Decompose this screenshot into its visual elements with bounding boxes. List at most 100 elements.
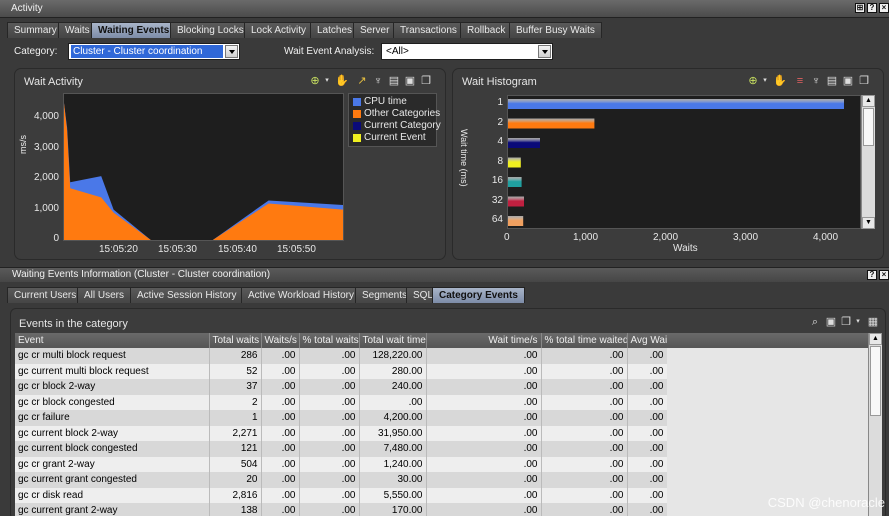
zoom-icon[interactable]: ⊕ [747,75,759,87]
category-select[interactable]: Cluster - Cluster coordination [68,43,240,60]
pan-hand-icon[interactable]: ✋ [773,75,787,87]
chevron-down-icon[interactable]: ▾ [321,75,333,87]
copy-icon[interactable]: ❐ [420,75,432,87]
value-cell: .00 [261,363,300,379]
help-icon[interactable]: ? [867,270,877,280]
legend-toggle-icon[interactable]: ♆ [810,75,822,87]
copy-icon[interactable]: ❐ [840,316,852,328]
chevron-down-icon[interactable]: ▾ [759,75,771,87]
tab-category-events[interactable]: Category Events [432,287,525,303]
value-cell: .00 [299,472,360,488]
wait-histogram-x-label: Waits [673,243,698,254]
value-cell: .00 [541,487,628,503]
tab-rollback[interactable]: Rollback [460,22,513,38]
value-cell: .00 [541,425,628,441]
scroll-up-icon[interactable]: ▲ [869,333,882,345]
window-icon[interactable]: ▤ [388,75,400,87]
table-row[interactable]: gc current grant congested 20.00.00 30.00.… [15,472,668,488]
tab-waiting-events[interactable]: Waiting Events [91,22,177,38]
value-cell: .00 [426,472,542,488]
scroll-thumb[interactable] [863,108,874,146]
bar-chart-icon[interactable]: ≡ [794,75,806,87]
table-row[interactable]: gc current block congested 121.00.00 7,480… [15,441,668,457]
help-icon[interactable]: ? [867,3,877,13]
analysis-label: Wait Event Analysis: [284,46,375,57]
chevron-down-icon[interactable] [225,45,238,58]
chart-type-icon[interactable]: ↗ [356,75,368,87]
window-icon[interactable]: ▤ [826,75,838,87]
value-cell: 37 [209,379,262,395]
histogram-scrollbar[interactable]: ▲ ▼ [861,95,875,229]
chevron-down-icon[interactable]: ▾ [852,316,864,328]
column-header[interactable]: Wait time/s [426,333,542,348]
zoom-icon[interactable]: ⊕ [309,75,321,87]
analysis-value: <All> [386,46,409,57]
tab-active-workload-history[interactable]: Active Workload History [241,287,361,303]
close-icon[interactable]: × [879,270,889,280]
category-value: Cluster - Cluster coordination [71,45,223,58]
event-name-cell: gc current multi block request [15,363,210,379]
table-row[interactable]: gc cr grant 2-way 504.00.00 1,240.00.00.00… [15,456,668,472]
save-icon[interactable]: ▣ [404,75,416,87]
value-cell: 52 [209,363,262,379]
table-row[interactable]: gc current block 2-way 2,271.00.00 31,950.… [15,425,668,441]
save-icon[interactable]: ▣ [825,316,837,328]
main-tab-bar: Summary Waits Waiting Events Blocking Lo… [0,21,889,39]
tab-lock-activity[interactable]: Lock Activity [244,22,314,38]
table-row[interactable]: gc cr block congested 2.00.00.00.00.00.00 [15,394,668,410]
analysis-select[interactable]: <All> [381,43,553,60]
value-cell: .00 [261,456,300,472]
tab-transactions[interactable]: Transactions [393,22,464,38]
value-cell: .00 [627,363,668,379]
table-row[interactable]: gc cr block 2-way 37.00.00 240.00.00.00.00 [15,379,668,395]
value-cell: 5,550.00 [359,487,427,503]
value-cell: .00 [261,503,300,516]
restore-icon[interactable]: ⊞ [855,3,865,13]
save-icon[interactable]: ▣ [842,75,854,87]
chevron-down-icon[interactable] [538,45,551,58]
tab-buffer-busy-waits[interactable]: Buffer Busy Waits [509,22,602,38]
x-tick-label: 1,000 [573,232,599,243]
close-icon[interactable]: × [879,3,889,13]
tab-all-users[interactable]: All Users [77,287,132,303]
events-table: Event Total waits Waits/s% total waits Tota… [15,333,668,516]
table-row[interactable]: gc cr disk read 2,816.00.00 5,550.00.00.00… [15,487,668,503]
column-header[interactable]: % total waits [299,333,360,348]
tab-current-users[interactable]: Current Users [7,287,84,303]
find-icon[interactable]: ⌕ [809,316,821,328]
category-label: Category: [14,46,58,57]
event-name-cell: gc cr grant 2-way [15,456,210,472]
value-cell: .00 [627,379,668,395]
y-tick-label: 4 [497,136,503,147]
column-header[interactable]: Total wait time [359,333,427,348]
column-header[interactable]: Avg Wait [627,333,668,348]
events-panel: Events in the category ⌕ ▣ ❐ ▾ ▦ Event To… [10,308,886,516]
column-header[interactable]: % total time waited [541,333,628,348]
scroll-up-icon[interactable]: ▲ [862,95,875,107]
value-cell: .00 [426,503,542,516]
column-header[interactable]: Waits/s [261,333,300,348]
table-row[interactable]: gc current multi block request 52.00.00 28… [15,363,668,379]
pan-hand-icon[interactable]: ✋ [335,75,349,87]
event-name-cell: gc current block congested [15,441,210,457]
table-row[interactable]: gc cr multi block request 286.00.00 128,22… [15,348,668,364]
scroll-down-icon[interactable]: ▼ [862,217,875,229]
scroll-thumb[interactable] [870,346,881,416]
column-header[interactable]: Event [15,333,210,348]
wait-activity-title: Wait Activity [24,76,83,88]
value-cell: .00 [426,441,542,457]
tab-summary[interactable]: Summary [7,22,64,38]
value-cell: .00 [627,472,668,488]
tab-blocking-locks[interactable]: Blocking Locks [170,22,251,38]
tab-latches[interactable]: Latches [310,22,360,38]
value-cell: 31,950.00 [359,425,427,441]
column-header[interactable]: Total waits [209,333,262,348]
tab-server[interactable]: Server [353,22,397,38]
table-row[interactable]: gc cr failure 1.00.00 4,200.00.00.00.00 [15,410,668,426]
grid-icon[interactable]: ▦ [867,316,879,328]
table-row[interactable]: gc current grant 2-way 138.00.00 170.00.00… [15,503,668,516]
tab-active-session-history[interactable]: Active Session History [130,287,244,303]
events-scrollbar[interactable]: ▲ [868,333,882,516]
copy-icon[interactable]: ❐ [858,75,870,87]
legend-toggle-icon[interactable]: ♆ [372,75,384,87]
